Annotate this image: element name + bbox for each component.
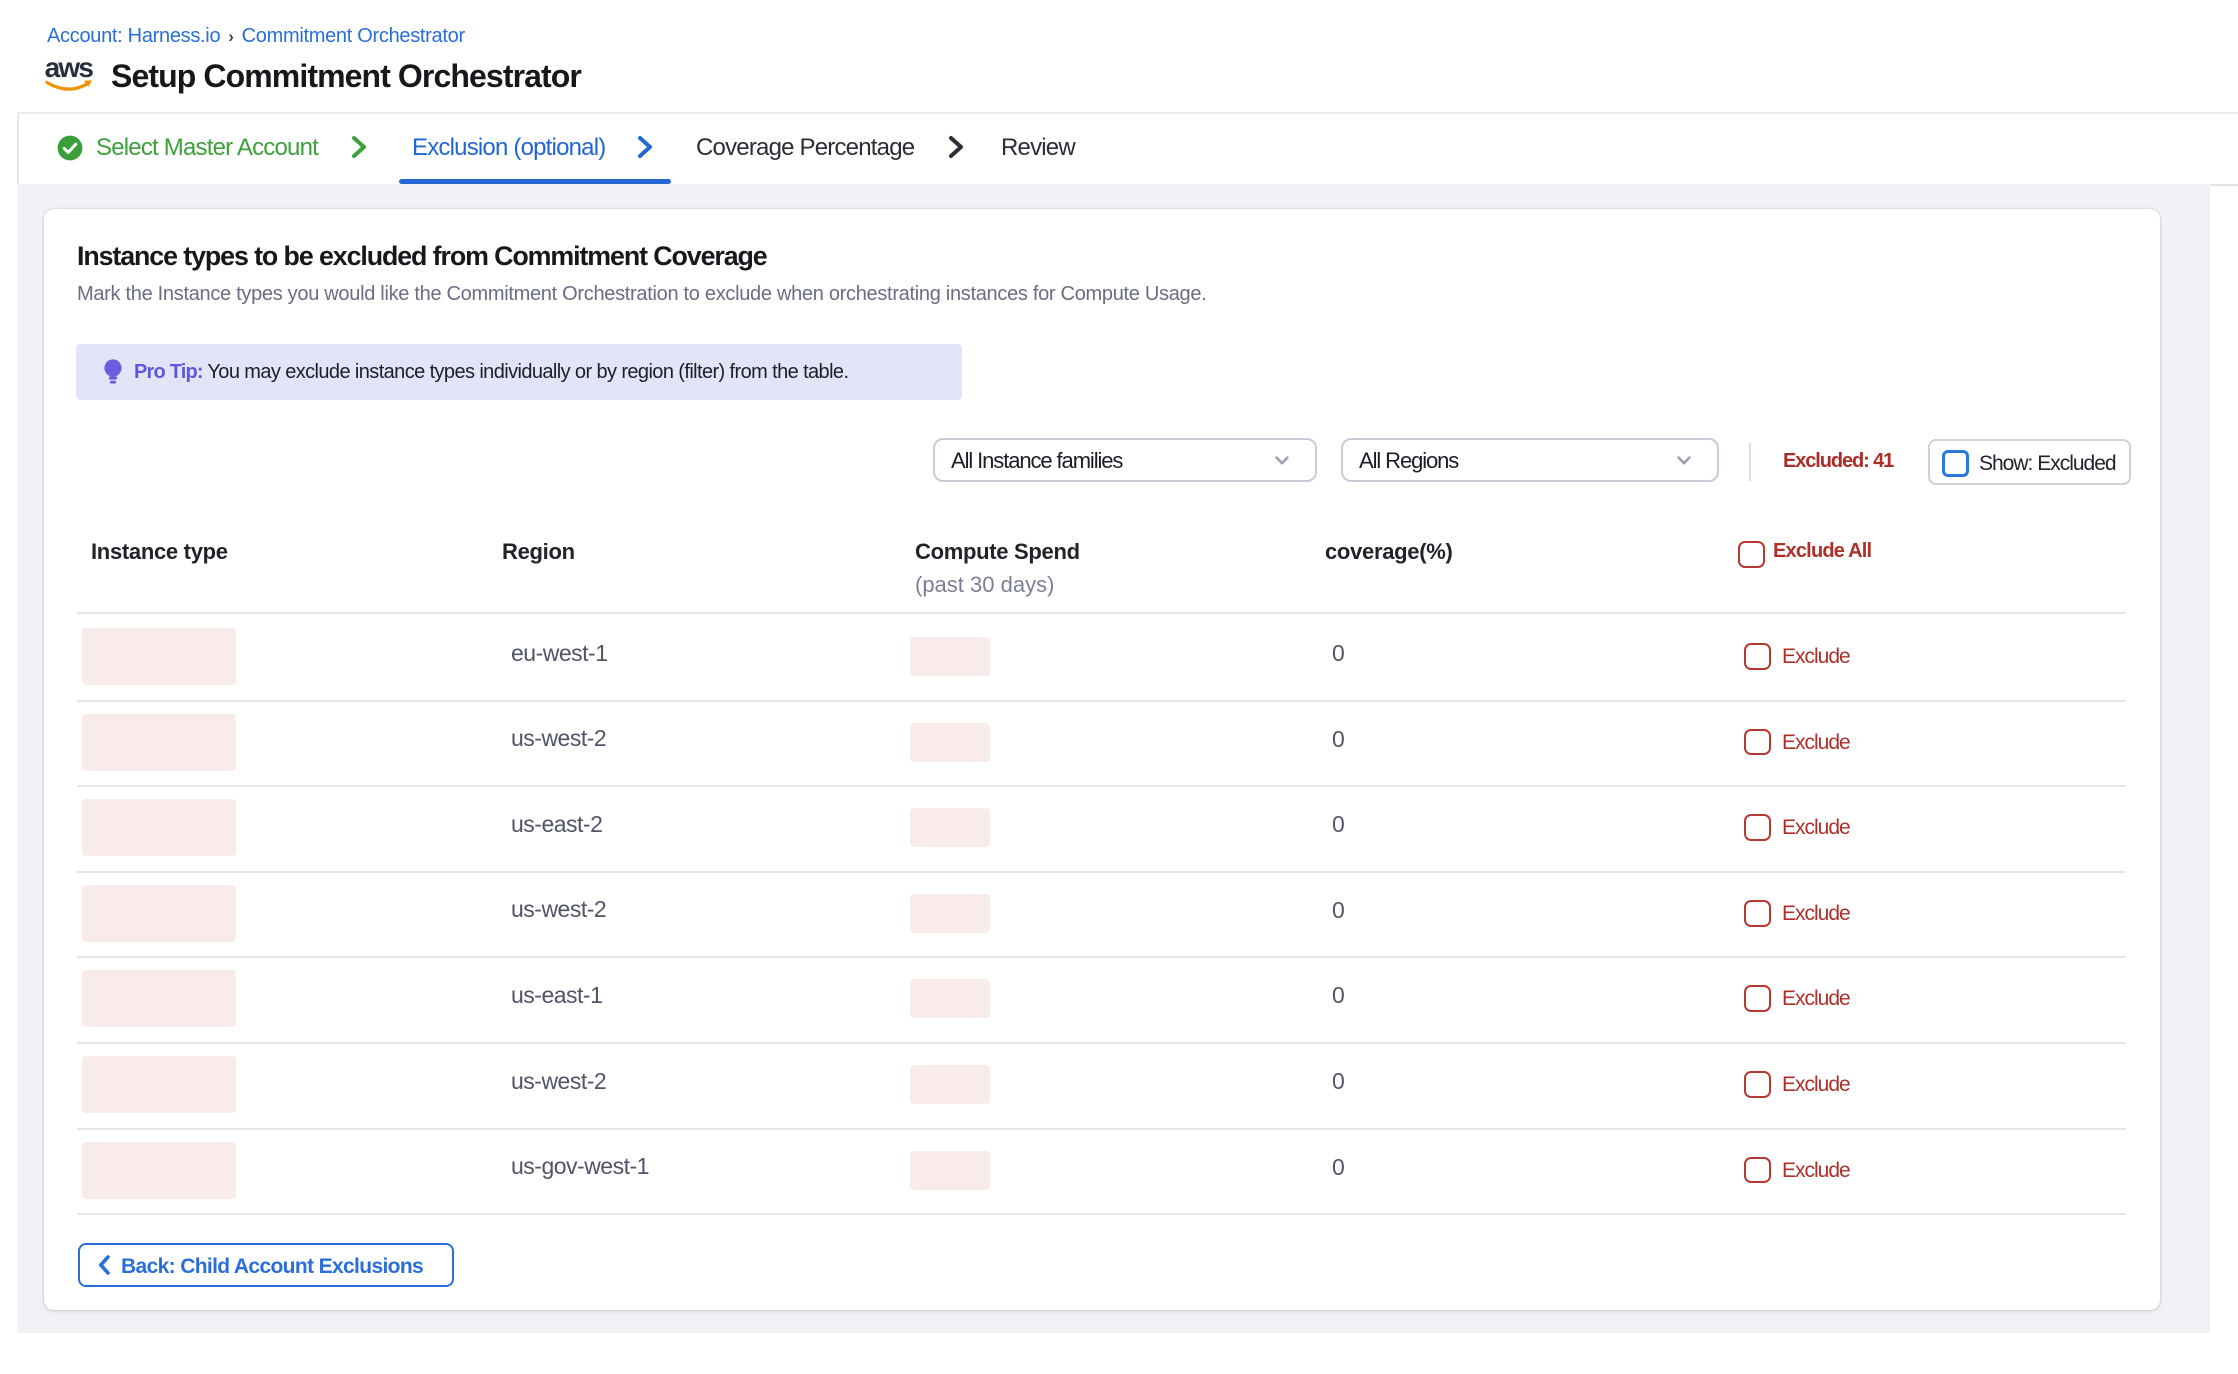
svg-text:aws: aws [45, 56, 93, 83]
